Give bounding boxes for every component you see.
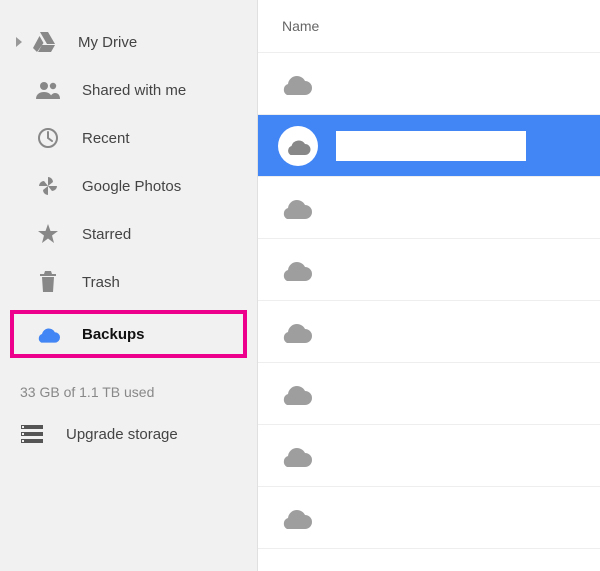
list-item[interactable] <box>258 487 600 549</box>
people-icon <box>36 78 60 102</box>
sidebar-item-my-drive[interactable]: My Drive <box>0 18 257 66</box>
cloud-icon <box>278 252 314 288</box>
storage-bars-icon <box>20 422 44 446</box>
sidebar-item-backups[interactable]: Backups <box>10 310 247 358</box>
sidebar-item-trash[interactable]: Trash <box>0 258 257 306</box>
sidebar-item-label: Shared with me <box>82 82 186 99</box>
trash-icon <box>36 270 60 294</box>
list-item[interactable] <box>258 53 600 115</box>
sidebar-item-label: Recent <box>82 130 130 147</box>
list-item[interactable] <box>258 239 600 301</box>
backup-name <box>336 131 526 161</box>
storage-usage-text: 33 GB of 1.1 TB used <box>20 384 257 400</box>
upgrade-storage-label: Upgrade storage <box>66 426 178 443</box>
upgrade-storage-link[interactable]: Upgrade storage <box>20 416 257 452</box>
sidebar-item-label: My Drive <box>78 34 137 51</box>
cloud-icon <box>278 376 314 412</box>
cloud-icon <box>278 126 318 166</box>
sidebar-item-google-photos[interactable]: Google Photos <box>0 162 257 210</box>
cloud-icon <box>278 438 314 474</box>
backup-name <box>332 382 492 406</box>
sidebar-item-label: Backups <box>82 326 145 343</box>
main-content: Name <box>258 0 600 571</box>
sidebar: My Drive Shared with me Recent Google Ph… <box>0 0 258 571</box>
list-item[interactable] <box>258 177 600 239</box>
sidebar-item-label: Starred <box>82 226 131 243</box>
sidebar-item-shared-with-me[interactable]: Shared with me <box>0 66 257 114</box>
expand-arrow-icon[interactable] <box>16 34 24 50</box>
column-header-name[interactable]: Name <box>258 0 600 53</box>
star-icon <box>36 222 60 246</box>
backup-name <box>332 196 492 220</box>
cloud-icon <box>278 66 314 102</box>
pinwheel-icon <box>36 174 60 198</box>
cloud-icon <box>278 314 314 350</box>
list-item[interactable] <box>258 301 600 363</box>
clock-icon <box>36 126 60 150</box>
list-item[interactable] <box>258 115 600 177</box>
backups-list <box>258 53 600 571</box>
backup-name <box>332 506 492 530</box>
storage-section: 33 GB of 1.1 TB used Upgrade storage <box>0 384 257 452</box>
sidebar-item-label: Trash <box>82 274 120 291</box>
backup-name <box>332 72 492 96</box>
sidebar-item-starred[interactable]: Starred <box>0 210 257 258</box>
backup-name <box>332 444 492 468</box>
backup-name <box>332 320 492 344</box>
list-item[interactable] <box>258 363 600 425</box>
cloud-icon <box>278 190 314 226</box>
cloud-icon <box>36 322 60 346</box>
sidebar-item-recent[interactable]: Recent <box>0 114 257 162</box>
cloud-icon <box>278 500 314 536</box>
sidebar-item-label: Google Photos <box>82 178 181 195</box>
drive-icon <box>32 30 56 54</box>
list-item[interactable] <box>258 425 600 487</box>
backup-name <box>332 258 492 282</box>
